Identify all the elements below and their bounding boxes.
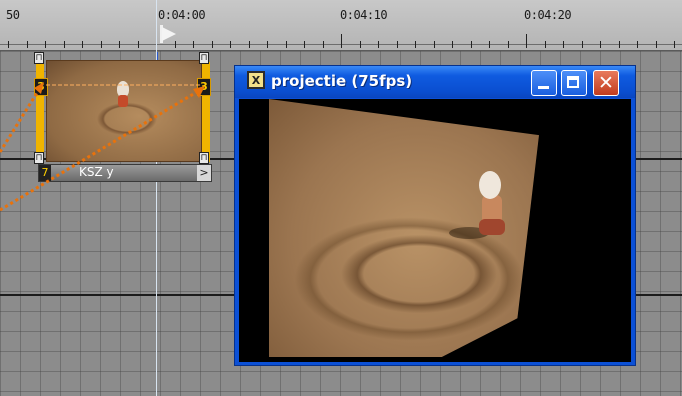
- projection-window[interactable]: X projectie (75fps) ✕: [234, 65, 636, 366]
- close-icon: ✕: [598, 72, 614, 94]
- motion-path-right: [0, 88, 201, 212]
- child-figure-legs: [479, 219, 505, 235]
- close-button[interactable]: ✕: [593, 70, 619, 96]
- window-titlebar[interactable]: X projectie (75fps) ✕: [235, 66, 635, 98]
- motion-arrow-icon: [193, 86, 205, 98]
- motion-path-left: [0, 87, 42, 153]
- window-title: projectie (75fps): [271, 72, 413, 90]
- app-icon[interactable]: X: [247, 71, 265, 89]
- minimize-button[interactable]: [531, 70, 557, 96]
- child-figure-head: [479, 171, 501, 199]
- motion-arrow-icon: [34, 82, 44, 94]
- maximize-button[interactable]: [561, 70, 587, 96]
- projected-video-frame: [269, 99, 539, 357]
- projection-viewport[interactable]: [239, 99, 631, 362]
